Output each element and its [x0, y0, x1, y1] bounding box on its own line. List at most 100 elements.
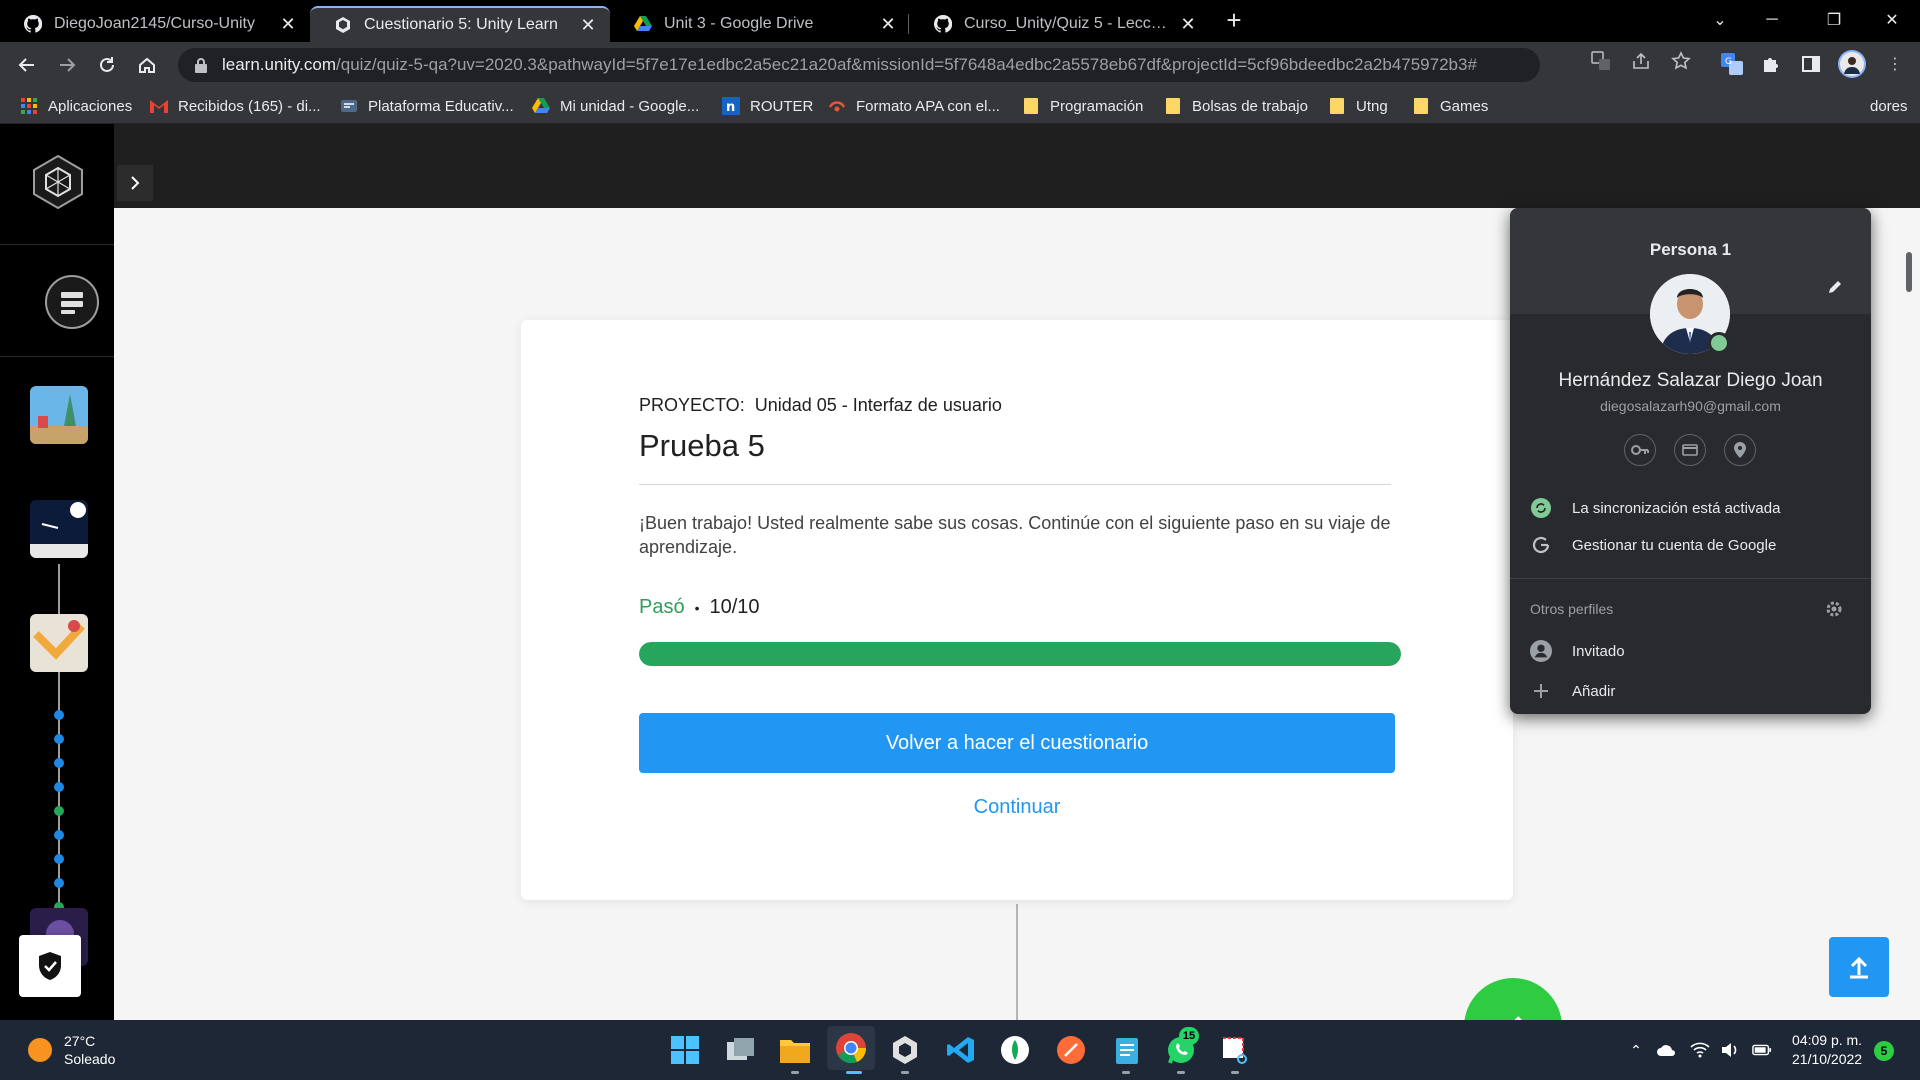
side-panel-icon[interactable]: [1800, 53, 1822, 75]
bookmark-plataforma[interactable]: Plataforma Educativ...: [340, 88, 514, 124]
svg-text:n: n: [726, 100, 735, 115]
step-dot[interactable]: [54, 734, 64, 744]
step-dot[interactable]: [54, 878, 64, 888]
close-icon[interactable]: ✕: [878, 14, 898, 34]
close-icon[interactable]: ✕: [278, 14, 298, 34]
mission-thumbnail-3[interactable]: [30, 614, 88, 672]
notepad-icon[interactable]: [1110, 1033, 1144, 1067]
step-dot[interactable]: [54, 806, 64, 816]
step-dot[interactable]: [54, 710, 64, 720]
forward-button[interactable]: [52, 50, 82, 80]
expand-sidebar-button[interactable]: [117, 165, 153, 201]
share-icon[interactable]: [1630, 50, 1652, 72]
extensions-puzzle-icon[interactable]: [1760, 53, 1782, 75]
tab-google-drive[interactable]: Unit 3 - Google Drive ✕: [610, 6, 910, 42]
onedrive-cloud-icon[interactable]: [1656, 1040, 1676, 1060]
payment-card-icon[interactable]: [1674, 434, 1706, 466]
step-dot[interactable]: [54, 830, 64, 840]
unity-hub-icon[interactable]: [888, 1033, 922, 1067]
page-scrollbar[interactable]: [1906, 252, 1912, 292]
home-button[interactable]: [132, 50, 162, 80]
location-pin-icon[interactable]: [1724, 434, 1756, 466]
green-action-button[interactable]: [1464, 978, 1562, 1020]
bookmark-games[interactable]: Games: [1412, 88, 1488, 124]
score-line: Pasó • 10/10: [639, 596, 760, 619]
mission-thumbnail-1[interactable]: [30, 386, 88, 444]
continue-link[interactable]: Continuar: [639, 796, 1395, 819]
project-line: PROYECTO: Unidad 05 - Interfaz de usuario: [639, 395, 1002, 416]
postman-icon[interactable]: [1054, 1033, 1088, 1067]
google-translate-extension-icon[interactable]: G: [1721, 53, 1743, 75]
restore-button[interactable]: ❐: [1822, 8, 1846, 32]
start-windows-icon[interactable]: [668, 1033, 702, 1067]
tab-github-curso-unity[interactable]: DiegoJoan2145/Curso-Unity ✕: [0, 6, 310, 42]
step-dot[interactable]: [54, 854, 64, 864]
minimize-button[interactable]: ─: [1760, 8, 1784, 32]
more-menu-icon[interactable]: ⋮: [1884, 53, 1906, 75]
close-window-button[interactable]: ✕: [1880, 8, 1904, 32]
sync-status-row[interactable]: La sincronización está activada: [1530, 497, 1780, 519]
reload-button[interactable]: [92, 50, 122, 80]
bookmark-formato-apa[interactable]: Formato APA con el...: [828, 88, 1000, 124]
step-dot[interactable]: [54, 782, 64, 792]
tab-title: DiegoJoan2145/Curso-Unity: [54, 15, 255, 32]
tab-search-icon[interactable]: ⌄: [1708, 8, 1732, 32]
guest-profile-row[interactable]: Invitado: [1530, 640, 1625, 662]
star-bookmark-icon[interactable]: [1670, 50, 1692, 72]
folder-icon: [1022, 97, 1040, 115]
bookmark-bolsas-de-trabajo[interactable]: Bolsas de trabajo: [1164, 88, 1308, 124]
battery-icon[interactable]: [1752, 1040, 1772, 1060]
tab-unity-learn-quiz[interactable]: Cuestionario 5: Unity Learn ✕: [310, 6, 610, 42]
new-tab-button[interactable]: +: [1222, 7, 1246, 34]
back-button[interactable]: [12, 50, 42, 80]
file-explorer-icon[interactable]: [778, 1033, 812, 1067]
lock-icon[interactable]: [194, 57, 210, 73]
vscode-icon[interactable]: [944, 1033, 978, 1067]
volume-icon[interactable]: [1720, 1040, 1740, 1060]
task-view-icon[interactable]: [724, 1033, 758, 1067]
chrome-icon[interactable]: [827, 1026, 875, 1070]
profile-avatar-button[interactable]: [1838, 50, 1866, 78]
connector-line: [1016, 904, 1018, 1020]
passwords-key-icon[interactable]: [1624, 434, 1656, 466]
edit-pencil-icon[interactable]: [1824, 276, 1846, 298]
project-name: Unidad 05 - Interfaz de usuario: [754, 395, 1002, 415]
wifi-icon[interactable]: [1690, 1040, 1710, 1060]
add-profile-row[interactable]: Añadir: [1530, 680, 1615, 702]
arrow-right-icon: [60, 58, 76, 72]
mongodb-compass-icon[interactable]: [998, 1033, 1032, 1067]
gear-icon[interactable]: [1824, 599, 1844, 619]
sync-status-label: La sincronización está activada: [1572, 499, 1781, 517]
bookmark-router[interactable]: n ROUTER: [722, 88, 813, 124]
add-label: Añadir: [1572, 682, 1616, 700]
scroll-to-top-button[interactable]: [1829, 937, 1889, 997]
weather-widget[interactable]: 27°C Soleado: [28, 1032, 115, 1068]
security-shield-button[interactable]: [19, 935, 81, 997]
tab-github-quiz5[interactable]: Curso_Unity/Quiz 5 - Lección 5 - ✕: [910, 6, 1210, 42]
retake-quiz-button[interactable]: Volver a hacer el cuestionario: [639, 713, 1395, 773]
pathway-icon[interactable]: [44, 274, 100, 330]
score-progress-bar: [639, 642, 1401, 666]
close-icon[interactable]: ✕: [578, 15, 598, 35]
close-icon[interactable]: ✕: [1178, 14, 1198, 34]
bookmark-gmail[interactable]: Recibidos (165) - di...: [150, 88, 321, 124]
translate-icon[interactable]: [1590, 50, 1612, 72]
snipping-tool-icon[interactable]: [1218, 1033, 1252, 1067]
chevron-up-icon[interactable]: ⌃: [1626, 1040, 1646, 1060]
notification-badge[interactable]: 5: [1874, 1041, 1894, 1061]
bookmark-mi-unidad[interactable]: Mi unidad - Google...: [532, 88, 699, 124]
divider: [639, 484, 1391, 485]
folder-icon: [1164, 97, 1182, 115]
bookmark-apps[interactable]: Aplicaciones: [20, 88, 132, 124]
bookmark-programacion[interactable]: Programación: [1022, 88, 1143, 124]
mission-thumbnail-2[interactable]: [30, 500, 88, 558]
bookmark-utng[interactable]: Utng: [1328, 88, 1388, 124]
system-clock[interactable]: 04:09 p. m. 21/10/2022: [1792, 1031, 1862, 1069]
unity-learn-logo-icon[interactable]: [30, 154, 86, 210]
step-dot[interactable]: [54, 758, 64, 768]
address-bar[interactable]: learn.unity.com/quiz/quiz-5-qa?uv=2020.3…: [178, 48, 1540, 82]
manage-google-account-row[interactable]: Gestionar tu cuenta de Google: [1530, 534, 1776, 556]
chevron-right-icon: [131, 176, 140, 190]
active-indicator: [846, 1071, 862, 1074]
bookmark-partial[interactable]: dores: [1870, 88, 1908, 124]
